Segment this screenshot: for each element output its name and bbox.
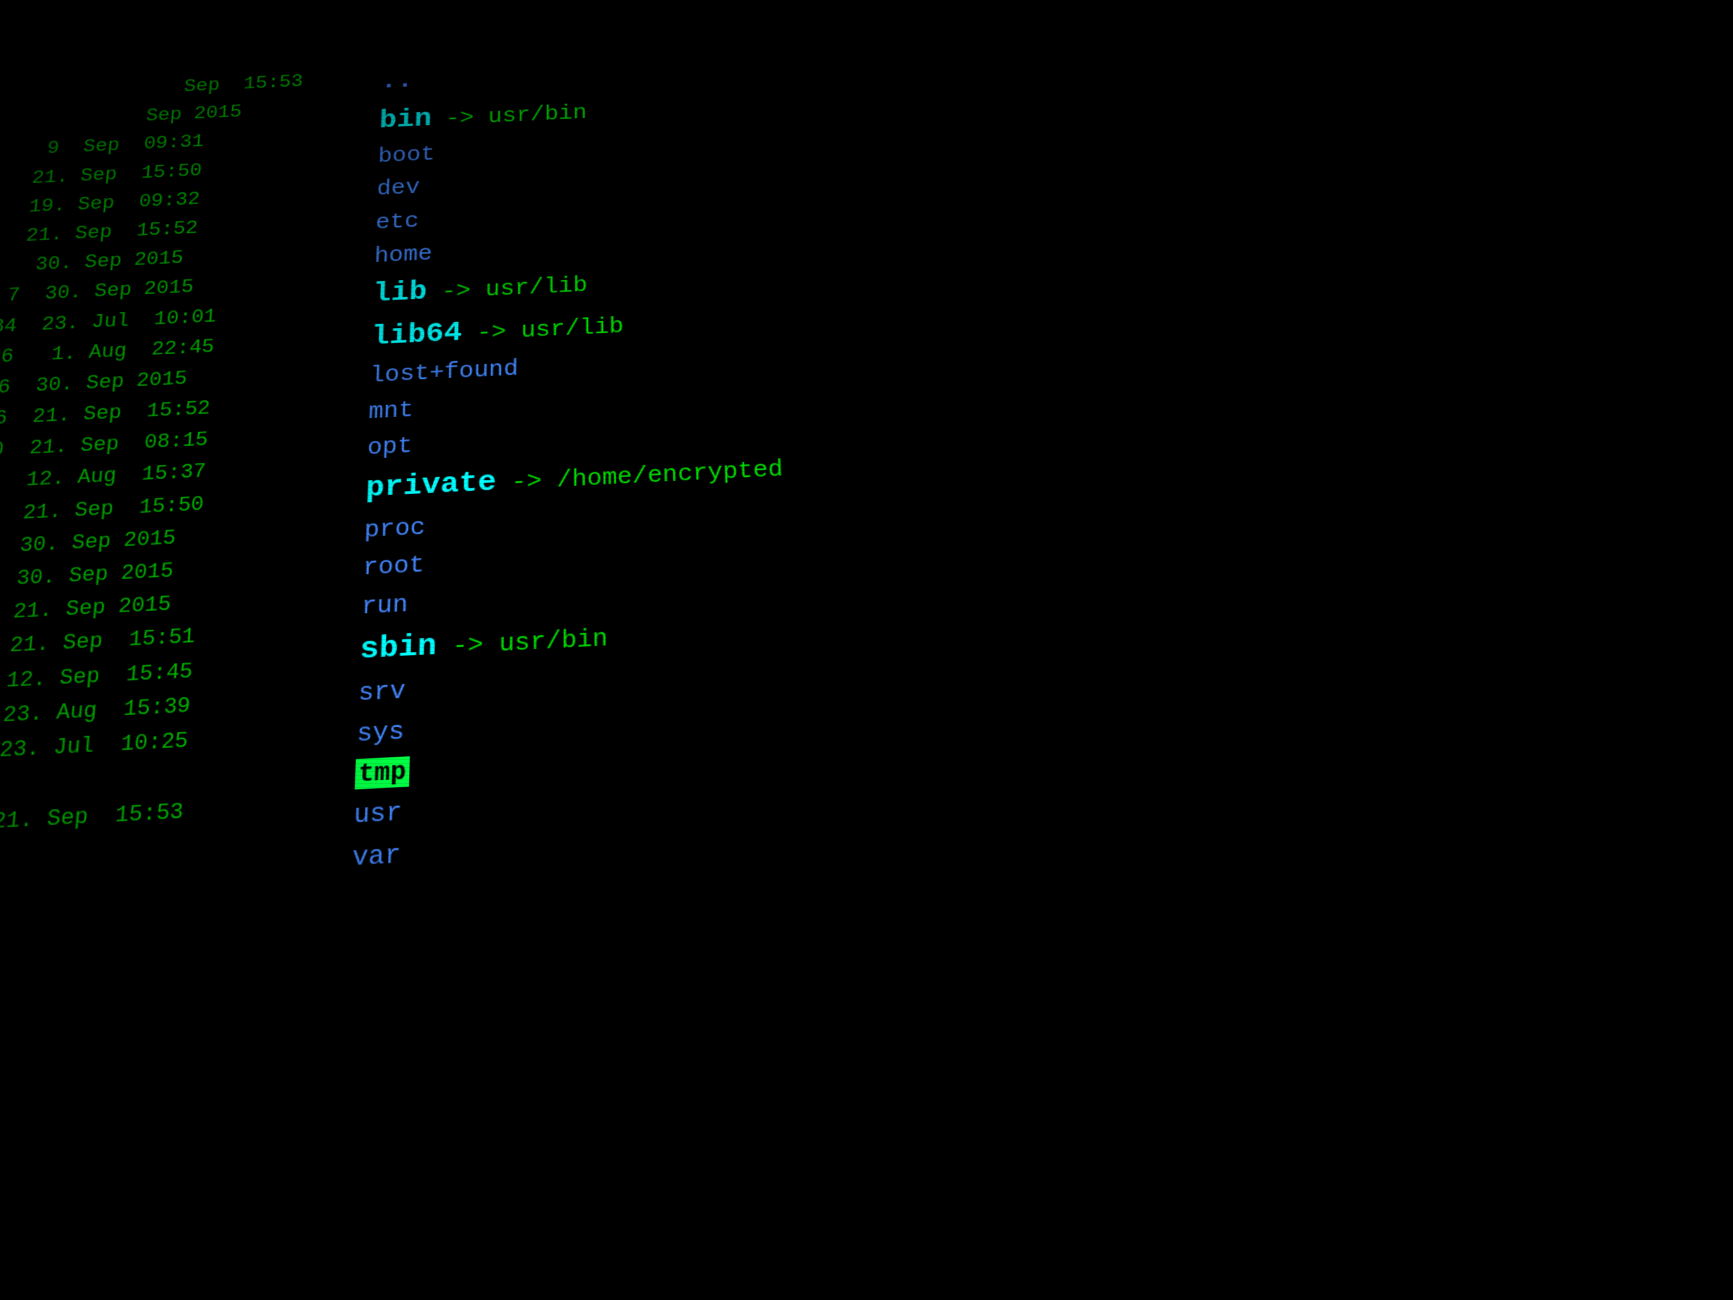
right-panel: .. bin -> usr/bin boot dev etc <box>305 1 1733 1300</box>
terminal-window: Sep 15:53 Sep 2015 9 Sep 09:31 21. Sep 1… <box>0 0 1733 1300</box>
left-panel: Sep 15:53 Sep 2015 9 Sep 09:31 21. Sep 1… <box>0 57 373 1300</box>
terminal-content: Sep 15:53 Sep 2015 9 Sep 09:31 21. Sep 1… <box>0 0 1733 1300</box>
